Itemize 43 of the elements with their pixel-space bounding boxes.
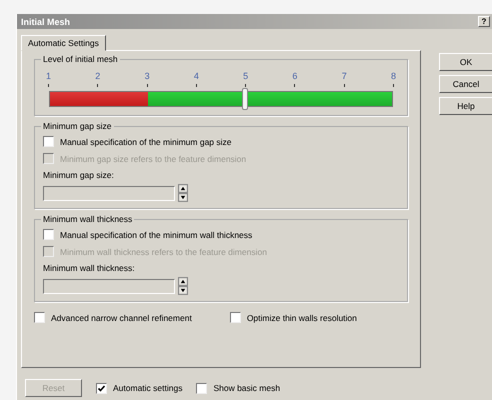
spin-up-icon[interactable] — [178, 277, 188, 286]
group-title: Minimum wall thickness — [41, 214, 134, 224]
tick-label: 3 — [144, 71, 150, 81]
checkbox[interactable] — [43, 136, 54, 147]
checkbox-label: Advanced narrow channel refinement — [51, 312, 192, 322]
checkbox-label: Minimum wall thickness refers to the feature dimension — [60, 246, 267, 256]
checkbox-label: Manual specification of the minimum wall thickness — [60, 230, 252, 240]
checkbox-label: Automatic settings — [113, 383, 182, 393]
help-button[interactable]: ? — [478, 16, 490, 27]
spin-down-icon[interactable] — [178, 286, 188, 295]
level-slider[interactable] — [49, 91, 393, 107]
field-label: Minimum gap size: — [43, 170, 115, 180]
checkbox[interactable] — [230, 312, 241, 323]
tick-mark — [196, 84, 197, 87]
tick-mark — [392, 84, 394, 87]
field-label: Minimum wall thickness: — [43, 263, 136, 273]
spin-down-icon[interactable] — [178, 193, 188, 202]
group-title: Level of initial mesh — [41, 54, 120, 64]
checkbox[interactable] — [34, 312, 45, 323]
checkbox-label: Manual specification of the minimum gap size — [60, 136, 232, 146]
checkbox-label: Optimize thin walls resolution — [246, 312, 357, 322]
tab[interactable]: Automatic Settings — [21, 35, 106, 51]
slider-thumb[interactable] — [242, 88, 248, 110]
tick-label: 4 — [194, 71, 199, 81]
tick-mark — [48, 84, 49, 87]
tick-label: 7 — [342, 71, 347, 81]
tick-label: 2 — [95, 71, 100, 81]
window-title: Initial Mesh — [21, 16, 70, 26]
dialog-button[interactable]: Help — [439, 97, 492, 115]
checkbox-label: Show basic mesh — [213, 383, 280, 393]
checkbox[interactable] — [43, 229, 54, 240]
dialog-button[interactable]: OK — [439, 53, 492, 71]
tick-label: 8 — [390, 71, 396, 81]
tick-label: 5 — [243, 71, 248, 81]
spin-up-icon[interactable] — [178, 184, 188, 193]
checkbox[interactable] — [196, 382, 208, 394]
tick-mark — [245, 84, 246, 87]
checkbox[interactable] — [96, 382, 107, 394]
checkbox-label: Minimum gap size refers to the feature dimension — [60, 154, 246, 164]
tick-label: 6 — [292, 71, 298, 81]
dialog-button[interactable]: Cancel — [439, 75, 492, 93]
group-title: Minimum gap size — [41, 121, 114, 131]
tick-label: 1 — [46, 71, 52, 81]
